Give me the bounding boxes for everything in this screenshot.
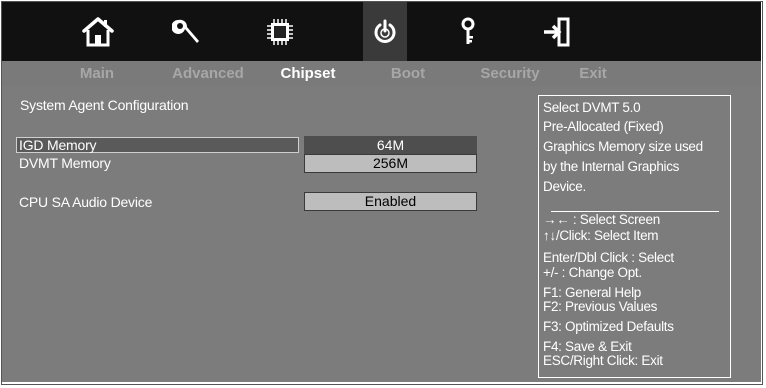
help-key-line: ↑↓/Click: Select Item	[543, 228, 659, 243]
help-description-line: Graphics Memory size used	[543, 139, 703, 154]
tab-exit[interactable]: Exit	[576, 63, 610, 84]
help-key-line: Enter/Dbl Click : Select	[543, 250, 674, 265]
tab-chipset[interactable]: Chipset	[276, 63, 340, 84]
help-description-line: Device.	[543, 179, 586, 194]
key-icon[interactable]	[446, 2, 490, 61]
setting-value-dvmt-memory[interactable]: 256M	[304, 154, 477, 173]
tab-advanced[interactable]: Advanced	[168, 63, 248, 84]
help-key-line: F1: General Help	[543, 285, 641, 300]
help-description-line: Pre-Allocated (Fixed)	[543, 119, 664, 134]
help-key-line: ESC/Right Click: Exit	[543, 353, 663, 368]
help-description-line: by the Internal Graphics	[543, 159, 680, 174]
wrench-icon[interactable]	[165, 2, 209, 61]
help-panel: Select DVMT 5.0 Pre-Allocated (Fixed) Gr…	[538, 95, 731, 378]
help-description-line: Select DVMT 5.0	[543, 100, 641, 115]
exit-icon[interactable]	[534, 2, 578, 61]
help-key-line: F4: Save & Exit	[543, 339, 632, 354]
help-key-line: F2: Previous Values	[543, 299, 658, 314]
setting-label-cpu-sa-audio[interactable]: CPU SA Audio Device	[19, 194, 152, 210]
setting-label-dvmt-memory[interactable]: DVMT Memory	[19, 155, 111, 171]
menu-tabs: Main Advanced Chipset Boot Security Exit	[2, 61, 761, 86]
home-icon[interactable]	[76, 2, 120, 61]
tab-main[interactable]: Main	[68, 63, 126, 84]
setting-value-igd-memory[interactable]: 64M	[304, 136, 477, 155]
icon-toolbar	[2, 2, 761, 61]
bios-screen: Main Advanced Chipset Boot Security Exit…	[0, 0, 766, 388]
chip-icon[interactable]	[258, 2, 302, 61]
help-key-line: F3: Optimized Defaults	[543, 319, 674, 334]
setting-value-cpu-sa-audio[interactable]: Enabled	[304, 192, 477, 211]
settings-area: System Agent Configuration IGD Memory 64…	[2, 86, 532, 382]
setting-label-igd-memory[interactable]: IGD Memory	[19, 137, 97, 153]
help-key-line: +/- : Change Opt.	[543, 265, 642, 280]
tab-boot[interactable]: Boot	[386, 63, 430, 84]
section-title: System Agent Configuration	[20, 97, 189, 113]
help-key-line: →← : Select Screen	[543, 212, 660, 227]
main-panel: System Agent Configuration IGD Memory 64…	[2, 86, 761, 382]
tab-security[interactable]: Security	[472, 63, 548, 84]
power-icon[interactable]	[363, 2, 407, 61]
